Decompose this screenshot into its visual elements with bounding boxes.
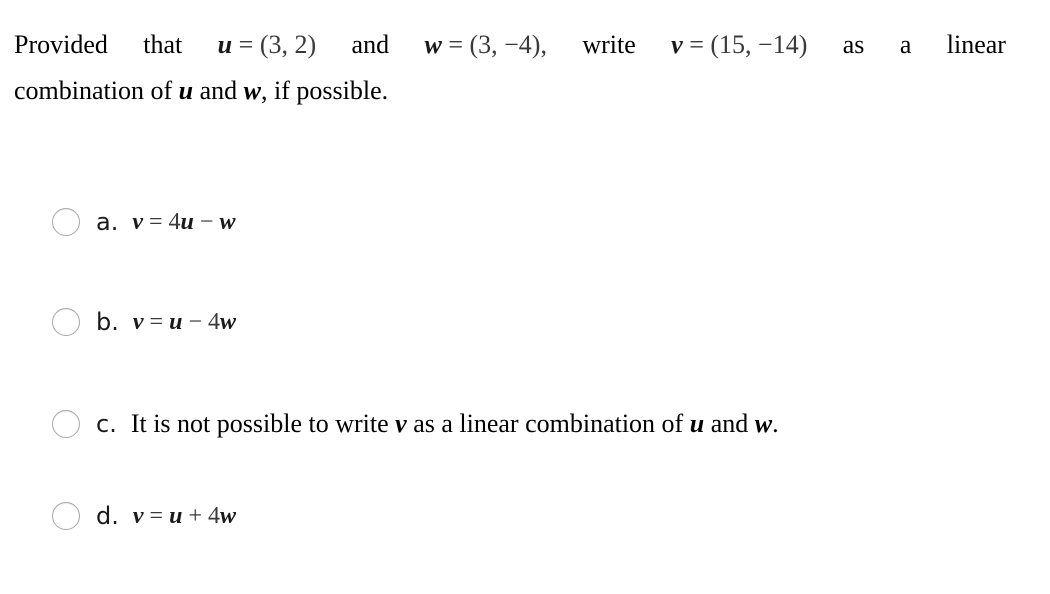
word-and: and [351, 30, 390, 59]
option-letter-c: c. [96, 410, 117, 438]
option-letter-d: d. [96, 502, 119, 530]
word-write: write [582, 30, 636, 59]
answer-option-b[interactable]: b. v = u − 4w [52, 302, 236, 342]
answer-option-a[interactable]: a. v = 4u − w [52, 202, 235, 242]
option-d-expression: v = u + 4w [132, 502, 236, 529]
word-linear: linear [946, 30, 1006, 59]
word-that: that [143, 30, 183, 59]
question-prompt: Provided that u = (3, 2) and w = (3, −4)… [14, 22, 1006, 114]
line2-and: and [193, 76, 244, 105]
answer-option-d[interactable]: d. v = u + 4w [52, 496, 236, 536]
radio-button-b[interactable] [52, 308, 80, 336]
line2-prefix: combination of [14, 76, 179, 105]
w-vector: w [243, 76, 261, 105]
word-as: as [842, 30, 865, 59]
option-c-text: It is not possible to write v as a linea… [130, 409, 779, 438]
line2-suffix: , if possible. [261, 76, 389, 105]
w-definition: w = (3, −4), [424, 30, 547, 59]
u-definition: u = (3, 2) [217, 30, 317, 59]
option-a-expression: v = 4u − w [132, 208, 236, 235]
answer-option-c[interactable]: c. It is not possible to write v as a li… [52, 404, 779, 444]
question-line-1: Provided that u = (3, 2) and w = (3, −4)… [14, 22, 1006, 68]
radio-button-c[interactable] [52, 410, 80, 438]
question-line-2: combination of u and w, if possible. [14, 68, 1006, 114]
word-provided: Provided [14, 30, 108, 59]
radio-button-a[interactable] [52, 208, 80, 236]
option-letter-a: a. [96, 208, 119, 236]
option-letter-b: b. [96, 308, 119, 336]
option-b-expression: v = u − 4w [132, 308, 236, 335]
v-definition: v = (15, −14) [671, 30, 808, 59]
u-vector: u [178, 76, 194, 105]
radio-button-d[interactable] [52, 502, 80, 530]
word-a: a [899, 30, 912, 59]
